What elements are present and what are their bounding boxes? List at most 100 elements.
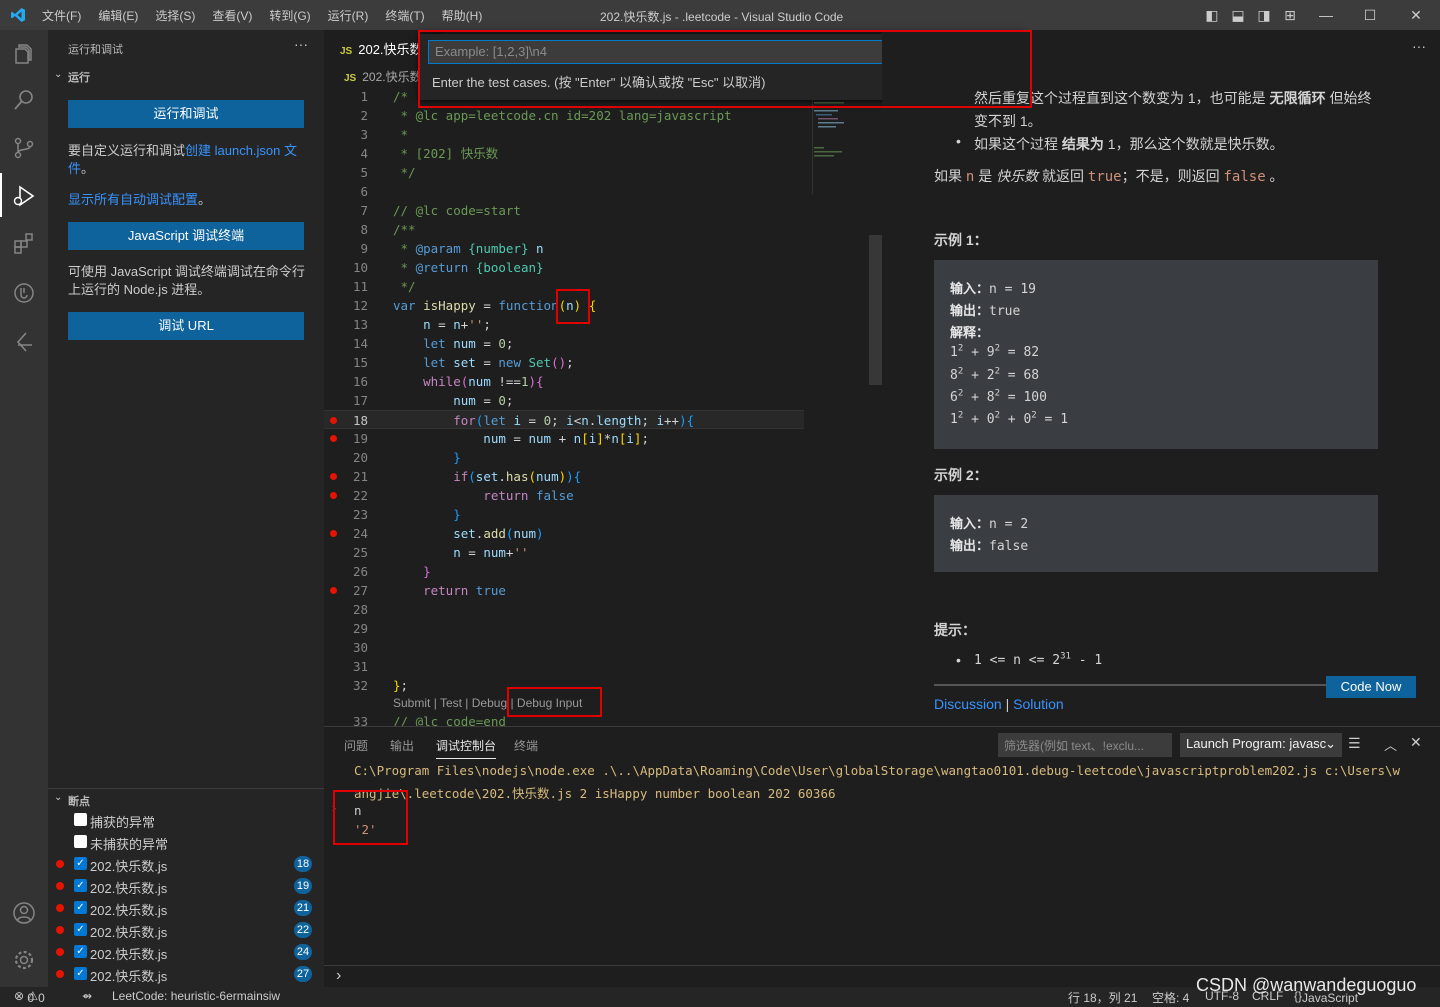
toggle-sidebar-icon[interactable]: ◧ [1204,7,1220,23]
breakpoint-dot-icon[interactable] [330,417,337,424]
breakpoint-dot-icon[interactable] [330,530,337,537]
tab-output[interactable]: 输出 [390,737,414,754]
checkbox[interactable]: ✓ [74,857,87,870]
example2-title: 示例 2： [934,467,988,483]
line-number: 1 [360,89,368,104]
line-number: 13 [352,317,368,332]
minimize-icon[interactable]: — [1318,7,1334,23]
breakpoint-dot-icon[interactable] [330,435,337,442]
checkbox[interactable]: ✓ [74,945,87,958]
debug-icon[interactable]: ⇴ [82,989,92,1003]
solution-link[interactable]: Solution [1013,696,1064,712]
run-debug-icon[interactable] [12,184,36,208]
breakpoint-dot-icon[interactable] [330,587,337,594]
cursor-position[interactable]: 行 18，列 21 [1068,989,1137,1006]
more-actions-icon[interactable]: ··· [1412,38,1426,54]
toggle-secondary-sidebar-icon[interactable]: ◨ [1256,7,1272,23]
launch-config-select[interactable]: Launch Program: javasc ⌄ [1180,733,1342,757]
breakpoint-row[interactable]: ✓ 202.快乐数.js 18 [48,853,324,875]
checkbox[interactable]: ✓ [74,923,87,936]
checkbox[interactable]: ✓ [74,901,87,914]
show-all-configs-link[interactable]: 显示所有自动调试配置 [68,192,198,207]
menu-view[interactable]: 查看(V) [212,7,252,24]
search-icon[interactable] [12,88,36,112]
checkbox[interactable] [74,835,87,848]
settings-gear-icon[interactable] [12,948,36,972]
menu-run[interactable]: 运行(R) [328,7,369,24]
js-debug-terminal-button[interactable]: JavaScript 调试终端 [68,222,304,250]
console-prompt[interactable]: › [336,967,341,985]
breakpoint-file: 202.快乐数.js [90,903,168,918]
value: n = 2 [989,517,1029,532]
checkbox[interactable]: ✓ [74,879,87,892]
close-panel-icon[interactable]: ✕ [1410,734,1422,751]
remote-explorer-icon[interactable] [12,330,36,354]
line-number: 6 [360,184,368,199]
codelens-submit[interactable]: Submit [393,696,430,710]
menu-file[interactable]: 文件(F) [42,7,81,24]
breakpoint-row[interactable]: ✓ 202.快乐数.js 21 [48,897,324,919]
description-line: 变不到 1。 [974,113,1042,129]
breakpoint-dot-icon[interactable] [330,492,337,499]
accounts-icon[interactable] [12,901,36,925]
breadcrumb[interactable]: JS 202.快乐数 [344,68,422,85]
breakpoint-row[interactable]: ✓ 202.快乐数.js 19 [48,875,324,897]
tab-terminal[interactable]: 终端 [514,737,538,754]
maximize-icon[interactable]: ☐ [1362,7,1378,23]
discussion-link[interactable]: Discussion [934,696,1002,712]
breakpoint-row[interactable]: ✓ 202.快乐数.js 27 [48,963,324,985]
desc-code: false [1223,169,1266,185]
tab-debug-console[interactable]: 调试控制台 [436,737,497,759]
code-lines[interactable]: 1/* 2 * @lc app=leetcode.cn id=202 lang=… [324,87,804,729]
customize-layout-icon[interactable]: ⊞ [1282,7,1298,23]
checkbox[interactable]: ✓ [74,967,87,980]
problems-status[interactable]: ⊗ 0 ⚠ 0 [14,989,45,1005]
desc-text: ；不是，则返回 [1121,168,1224,184]
explorer-icon[interactable] [12,42,36,66]
period2: 。 [198,192,212,207]
debug-url-button[interactable]: 调试 URL [68,312,304,340]
console-filter-input[interactable]: 筛选器(例如 text、!exclu... [998,733,1172,757]
line-number: 5 [360,165,368,180]
code-now-button[interactable]: Code Now [1326,676,1416,698]
indentation[interactable]: 空格: 4 [1152,989,1189,1006]
breakpoint-dot-icon[interactable] [330,473,337,480]
menu-edit[interactable]: 编辑(E) [98,7,138,24]
console-command-line: angjie\.leetcode\202.快乐数.js 2 isHappy nu… [354,786,836,801]
tab-problems[interactable]: 问题 [344,737,368,754]
toggle-panel-icon[interactable]: ⬓ [1230,7,1246,23]
uncaught-exceptions-row[interactable]: 未捕获的异常 [48,831,324,853]
desc-text: 是 [974,168,997,184]
desc-bold: 结果为 [1061,136,1104,152]
checkbox[interactable] [74,813,87,826]
codelens-debug[interactable]: Debug [472,696,507,710]
leetcode-status[interactable]: LeetCode: heuristic-6ermainsiw [112,989,280,1003]
line-number: 17 [352,393,368,408]
breakpoint-row[interactable]: ✓ 202.快乐数.js 24 [48,941,324,963]
breakpoint-file: 202.快乐数.js [90,881,168,896]
chevron-down-icon[interactable]: ⌄ [54,69,62,80]
menu-selection[interactable]: 选择(S) [155,7,195,24]
breakpoint-row[interactable]: ✓ 202.快乐数.js 22 [48,919,324,941]
run-and-debug-button[interactable]: 运行和调试 [68,100,304,128]
leetcode-icon[interactable] [12,281,36,305]
source-control-icon[interactable] [12,136,36,160]
editor-scrollbar[interactable] [869,235,882,385]
breakpoints-section-title[interactable]: 断点 [68,793,90,809]
more-actions-icon[interactable]: ··· [294,36,308,52]
status-bar: ⊗ 0 ⚠ 0 ⇴ LeetCode: heuristic-6ermainsiw… [0,975,1440,1007]
menu-go[interactable]: 转到(G) [269,7,310,24]
codelens-test[interactable]: Test [440,696,462,710]
menu-help[interactable]: 帮助(H) [442,7,483,24]
caught-exceptions-row[interactable]: 捕获的异常 [48,809,324,831]
extensions-icon[interactable] [12,232,36,256]
run-section-title[interactable]: 运行 [68,69,90,85]
maximize-panel-icon[interactable]: ︿ [1384,735,1397,754]
line-number: 31 [352,659,368,674]
breakpoints-chevron-icon[interactable]: ⌄ [54,792,62,803]
breakpoint-file: 202.快乐数.js [90,947,168,962]
close-window-icon[interactable]: ✕ [1408,7,1424,23]
breakpoint-dot-icon [56,970,64,978]
clear-console-icon[interactable]: ☰ [1348,735,1361,752]
menu-terminal[interactable]: 终端(T) [385,7,424,24]
